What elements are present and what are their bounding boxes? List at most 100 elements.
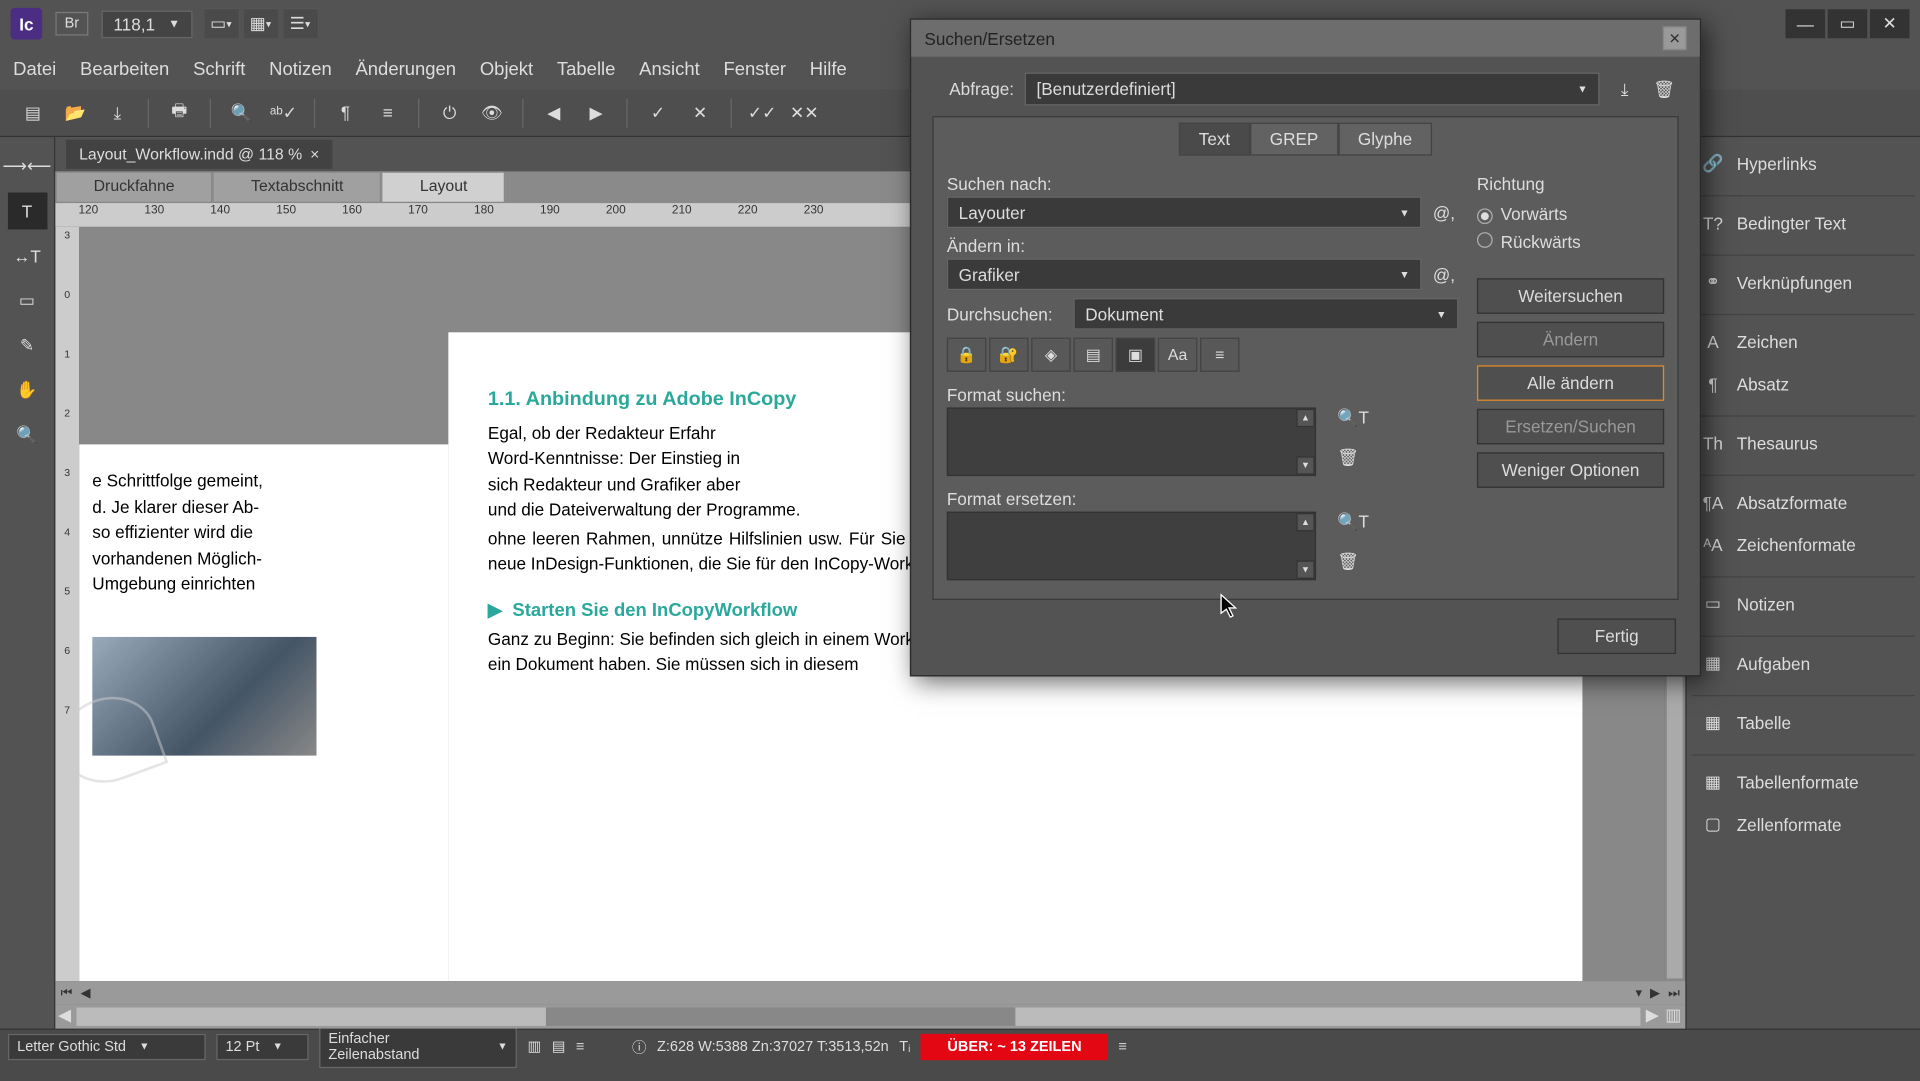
horizontal-scrollbar[interactable]: ◀ ▶ ▥ [55,1005,1685,1029]
screen-mode-button[interactable]: ▭▾ [202,8,239,40]
menu-fenster[interactable]: Fenster [723,58,786,79]
next-change-icon[interactable]: ▶ [576,96,616,130]
menu-lines-icon[interactable]: ≡ [1119,1038,1127,1054]
view-tab-layout[interactable]: Layout [382,171,506,203]
panel-zeichen[interactable]: AZeichen [1692,314,1915,360]
include-hidden-layers-icon[interactable]: ◈ [1031,338,1071,372]
split-view-icon[interactable]: ▥ [1662,1005,1686,1029]
panel-zellenformate[interactable]: ▢Zellenformate [1692,806,1915,843]
save-query-icon[interactable]: ⤓ [1610,75,1639,104]
close-tab-icon[interactable]: × [310,145,319,163]
accept-change-icon[interactable]: ✓ [638,96,678,130]
font-select[interactable]: Letter Gothic Std▼ [8,1033,206,1059]
menu-aenderungen[interactable]: Änderungen [355,58,456,79]
format-find-box[interactable]: ▲ ▼ [947,407,1316,476]
view-tab-druckfahne[interactable]: Druckfahne [55,171,212,203]
tab-glyphe[interactable]: Glyphe [1338,123,1432,156]
whole-word-icon[interactable]: ≡ [1200,338,1240,372]
panel-verknuepfungen[interactable]: ⚭Verknüpfungen [1692,255,1915,301]
spin-up-icon[interactable]: ▲ [1296,513,1314,531]
spellcheck-icon[interactable]: ᵃᵇ✓ [264,96,304,130]
eye-icon[interactable]: 👁 [472,96,512,130]
format-replace-box[interactable]: ▲ ▼ [947,512,1316,581]
menu-tabelle[interactable]: Tabelle [557,58,616,79]
spin-down-icon[interactable]: ▼ [1296,456,1314,474]
reject-all-icon[interactable]: ✕✕ [785,96,825,130]
new-doc-icon[interactable]: ▤ [13,96,53,130]
delete-query-icon[interactable]: 🗑 [1650,75,1679,104]
prev-page-icon[interactable]: ◀ [80,986,90,1001]
next-page-icon[interactable]: ▶ [1650,986,1660,1001]
change-find-button[interactable]: Ersetzen/Suchen [1477,409,1664,445]
include-master-pages-icon[interactable]: ▤ [1073,338,1113,372]
window-maximize-button[interactable]: ▭ [1828,9,1868,38]
tab-grep[interactable]: GREP [1250,123,1338,156]
view-options-button[interactable]: ☰▾ [282,8,319,40]
include-locked-stories-icon[interactable]: 🔐 [989,338,1029,372]
panel-aufgaben[interactable]: ▦Aufgaben [1692,636,1915,682]
print-icon[interactable]: 🖶 [160,96,200,130]
panel-tabelle[interactable]: ▦Tabelle [1692,695,1915,741]
power-icon[interactable]: ⏻ [430,96,470,130]
panel-absatzformate[interactable]: ¶AAbsatzformate [1692,475,1915,521]
hand-tool-icon[interactable]: ✋ [7,372,47,409]
document-tab[interactable]: Layout_Workflow.indd @ 118 % × [66,140,333,169]
panel-zeichenformate[interactable]: ᴬAZeichenformate [1692,526,1915,563]
reject-change-icon[interactable]: ✕ [680,96,720,130]
eyedropper-icon[interactable]: ✎ [7,327,47,364]
panel-absatz[interactable]: ¶Absatz [1692,365,1915,402]
zoom-level-select[interactable]: 118,1 ▼ [102,10,192,38]
menu-schrift[interactable]: Schrift [193,58,245,79]
bridge-button[interactable]: Br [55,12,88,36]
panel-tabellenformate[interactable]: ▦Tabellenformate [1692,754,1915,800]
columns-icon[interactable]: ▥ [527,1038,541,1055]
last-page-icon[interactable]: ⏭ [1668,986,1680,1001]
fewer-options-button[interactable]: Weniger Optionen [1477,452,1664,488]
position-tool-icon[interactable]: ↔T [7,237,47,274]
special-char-icon[interactable]: @, [1429,198,1458,227]
radio-backward[interactable]: Rückwärts [1477,232,1664,252]
note-tool-icon[interactable]: ▭ [7,282,47,319]
spin-down-icon[interactable]: ▼ [1296,560,1314,578]
change-all-button[interactable]: Alle ändern [1477,365,1664,401]
specify-format-icon[interactable]: 🔍T [1337,512,1369,533]
arrange-docs-button[interactable]: ▦▾ [242,8,279,40]
arrow-handle-icon[interactable]: ⟶⟵ [7,148,47,185]
find-next-button[interactable]: Weitersuchen [1477,278,1664,314]
find-input[interactable]: Layouter▼ [947,196,1422,228]
accept-all-icon[interactable]: ✓✓ [742,96,782,130]
panel-thesaurus[interactable]: ThThesaurus [1692,415,1915,461]
page-navigator[interactable]: ⏮ ◀ ▾ ▶ ⏭ [55,981,1685,1005]
save-icon[interactable]: ⤓ [98,96,138,130]
menu-lines-icon[interactable]: ≡ [368,96,408,130]
search-icon[interactable]: 🔍 [222,96,262,130]
show-hidden-icon[interactable]: ¶ [326,96,366,130]
change-button[interactable]: Ändern [1477,322,1664,358]
menu-datei[interactable]: Datei [13,58,56,79]
panel-notizen[interactable]: ▭Notizen [1692,576,1915,622]
window-minimize-button[interactable]: — [1785,9,1825,38]
first-page-icon[interactable]: ⏮ [61,986,73,1001]
view-tab-textabschnitt[interactable]: Textabschnitt [213,171,382,203]
specify-format-icon[interactable]: 🔍T [1337,407,1369,428]
type-tool-icon[interactable]: T [7,193,47,230]
menu-lines-icon[interactable]: ≡ [576,1038,584,1054]
clear-format-icon[interactable]: 🗑 [1337,551,1369,572]
menu-notizen[interactable]: Notizen [269,58,332,79]
size-select[interactable]: 12 Pt▼ [216,1033,308,1059]
spin-up-icon[interactable]: ▲ [1296,409,1314,427]
query-select[interactable]: [Benutzerdefiniert]▼ [1025,73,1600,106]
menu-hilfe[interactable]: Hilfe [810,58,847,79]
scope-select[interactable]: Dokument▼ [1073,298,1458,330]
panel-bedingter-text[interactable]: T?Bedingter Text [1692,195,1915,241]
case-sensitive-icon[interactable]: Aa [1158,338,1198,372]
window-close-button[interactable]: ✕ [1870,9,1910,38]
panel-hyperlinks[interactable]: 🔗Hyperlinks [1692,145,1915,182]
menu-objekt[interactable]: Objekt [480,58,533,79]
include-locked-layers-icon[interactable]: 🔒 [947,338,987,372]
menu-ansicht[interactable]: Ansicht [639,58,700,79]
clear-format-icon[interactable]: 🗑 [1337,447,1369,468]
page-dropdown-icon[interactable]: ▾ [1636,986,1643,1001]
done-button[interactable]: Fertig [1557,618,1676,654]
align-icon[interactable]: ▤ [552,1038,566,1055]
